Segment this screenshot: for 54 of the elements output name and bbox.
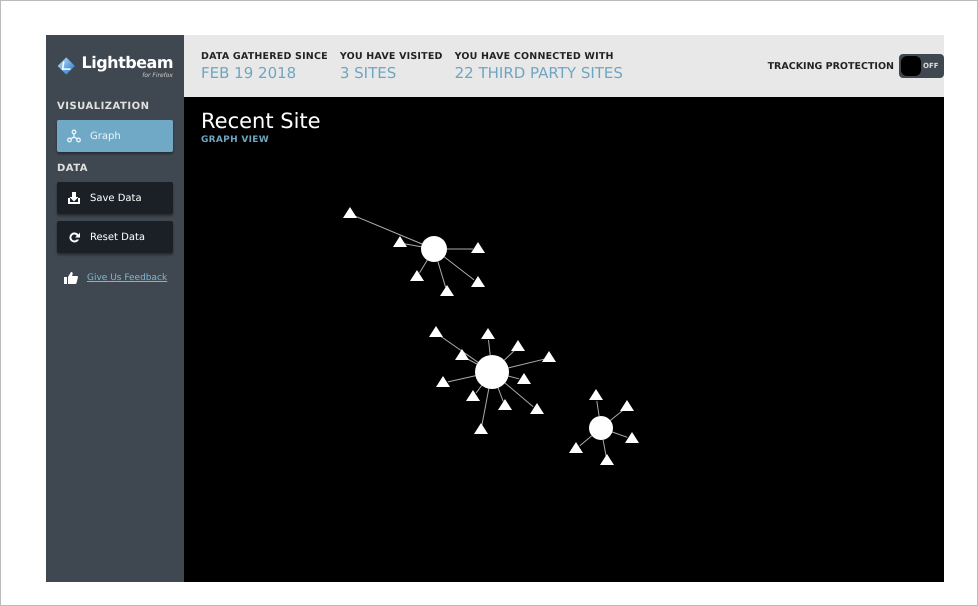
third-party-node: [474, 423, 488, 434]
logo-text: Lightbeam: [82, 53, 173, 72]
third-party-node: [542, 351, 556, 362]
connection-line: [419, 260, 428, 274]
thumbs-up-icon: [64, 271, 78, 284]
connection-line: [596, 400, 600, 417]
section-heading: DATA: [57, 163, 90, 174]
third-party-node: [429, 326, 443, 337]
third-party-node: [511, 340, 525, 351]
stat-label: DATA GATHERED SINCE: [201, 50, 328, 62]
third-party-node: [620, 400, 634, 411]
connection-line: [612, 432, 628, 438]
third-party-node: [600, 454, 614, 465]
third-party-node: [393, 236, 407, 247]
stat-value: 3 SITES: [340, 64, 398, 82]
connection-line: [447, 375, 476, 382]
stat-label: YOU HAVE VISITED: [340, 50, 443, 62]
sidebar-button[interactable]: Save Data: [57, 182, 173, 214]
reset-icon: [67, 230, 81, 244]
third-party-node: [440, 285, 454, 296]
third-party-node: [471, 242, 485, 253]
third-party-node: [498, 399, 512, 410]
site-node: [475, 355, 509, 389]
view-title: Recent Site: [201, 109, 322, 133]
connection-line: [508, 376, 520, 380]
third-party-node: [466, 390, 480, 401]
sidebar-button[interactable]: Reset Data: [57, 221, 173, 253]
view-subtitle: GRAPH VIEW: [201, 135, 270, 145]
stat-value: FEB 19 2018: [201, 64, 298, 82]
third-party-node: [410, 270, 424, 281]
site-node: [589, 416, 613, 440]
third-party-node: [471, 276, 485, 287]
site-node: [421, 236, 447, 262]
connection-line: [579, 435, 592, 446]
connection-line: [610, 410, 624, 421]
third-party-node: [569, 442, 583, 453]
connection-line: [602, 439, 607, 457]
third-party-node: [589, 389, 603, 400]
download-icon: [67, 191, 81, 205]
toggle-label: TRACKING PROTECTION: [768, 60, 894, 72]
feedback-link[interactable]: Give Us Feedback: [87, 272, 168, 282]
connection-line: [446, 248, 474, 250]
third-party-node: [455, 349, 469, 360]
connection-line: [488, 340, 491, 356]
third-party-node: [343, 207, 357, 218]
stat-value: 22 THIRD PARTY SITES: [454, 64, 623, 82]
third-party-node: [530, 403, 544, 414]
third-party-node: [436, 376, 450, 387]
graph-icon: [67, 129, 81, 143]
third-party-node: [625, 432, 639, 443]
third-party-node: [517, 373, 531, 384]
stat-label: YOU HAVE CONNECTED WITH: [454, 50, 615, 62]
section-heading: VISUALIZATION: [57, 101, 150, 112]
third-party-node: [481, 328, 495, 339]
